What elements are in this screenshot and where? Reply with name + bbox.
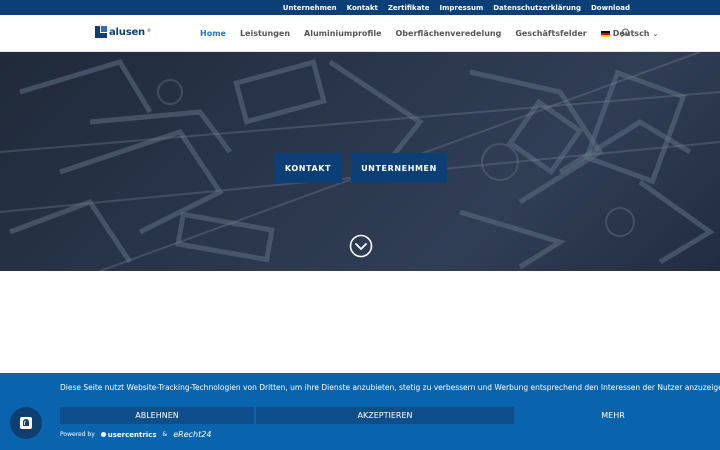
logo-wordmark: alusen — [109, 26, 145, 38]
site-logo[interactable]: alusen ® — [95, 26, 151, 38]
nav-item-aluminiumprofile[interactable]: Aluminiumprofile — [304, 29, 381, 38]
deny-button[interactable]: ABLEHNEN — [60, 407, 254, 424]
nav-item-oberflaechenveredelung[interactable]: Oberflächenveredelung — [396, 29, 502, 38]
nav-item-leistungen[interactable]: Leistungen — [240, 29, 290, 38]
top-utility-bar: Unternehmen Kontakt Zertifikate Impressu… — [0, 0, 720, 15]
site-header: alusen ® Home Leistungen Aluminiumprofil… — [0, 15, 720, 52]
scroll-down-chevron-icon[interactable] — [349, 234, 373, 258]
nav-item-home[interactable]: Home — [200, 29, 226, 38]
kontakt-button[interactable]: KONTAKT — [274, 153, 342, 183]
topbar-link-zertifikate[interactable]: Zertifikate — [388, 4, 430, 12]
erecht24-logo[interactable]: eRecht24 — [173, 430, 211, 439]
language-label: Deutsch — [612, 29, 650, 38]
cookie-consent-banner: Diese Seite nutzt Website-Tracking-Techn… — [0, 373, 720, 450]
privacy-settings-button[interactable] — [10, 407, 42, 439]
chevron-down-icon: ⌄ — [652, 29, 659, 38]
main-nav: Home Leistungen Aluminiumprofile Oberflä… — [200, 15, 658, 52]
topbar-link-datenschutz[interactable]: Datenschutzerklärung — [493, 4, 581, 12]
topbar-link-unternehmen[interactable]: Unternehmen — [283, 4, 337, 12]
fingerprint-shield-icon — [20, 417, 32, 429]
usercentrics-label: usercentrics — [107, 430, 157, 439]
unternehmen-button[interactable]: UNTERNEHMEN — [351, 153, 447, 183]
registered-mark-icon: ® — [146, 27, 151, 33]
hero-section: KONTAKT UNTERNEHMEN — [0, 52, 720, 271]
powered-by: Powered by usercentrics & eRecht24 — [60, 430, 211, 439]
topbar-link-download[interactable]: Download — [591, 4, 630, 12]
usercentrics-dot-icon — [100, 432, 106, 437]
cookie-consent-text: Diese Seite nutzt Website-Tracking-Techn… — [60, 383, 720, 392]
powered-by-label: Powered by — [60, 431, 95, 438]
search-icon[interactable] — [620, 28, 630, 38]
usercentrics-logo[interactable]: usercentrics — [100, 430, 157, 439]
topbar-link-kontakt[interactable]: Kontakt — [347, 4, 378, 12]
accept-button[interactable]: AKZEPTIEREN — [256, 407, 514, 424]
topbar-link-impressum[interactable]: Impressum — [440, 4, 484, 12]
amp-separator: & — [162, 431, 168, 438]
logo-mark-icon — [95, 26, 107, 38]
nav-item-geschaeftsfelder[interactable]: Geschäftsfelder — [515, 29, 586, 38]
german-flag-icon — [600, 30, 610, 37]
more-button[interactable]: MEHR — [516, 407, 710, 424]
